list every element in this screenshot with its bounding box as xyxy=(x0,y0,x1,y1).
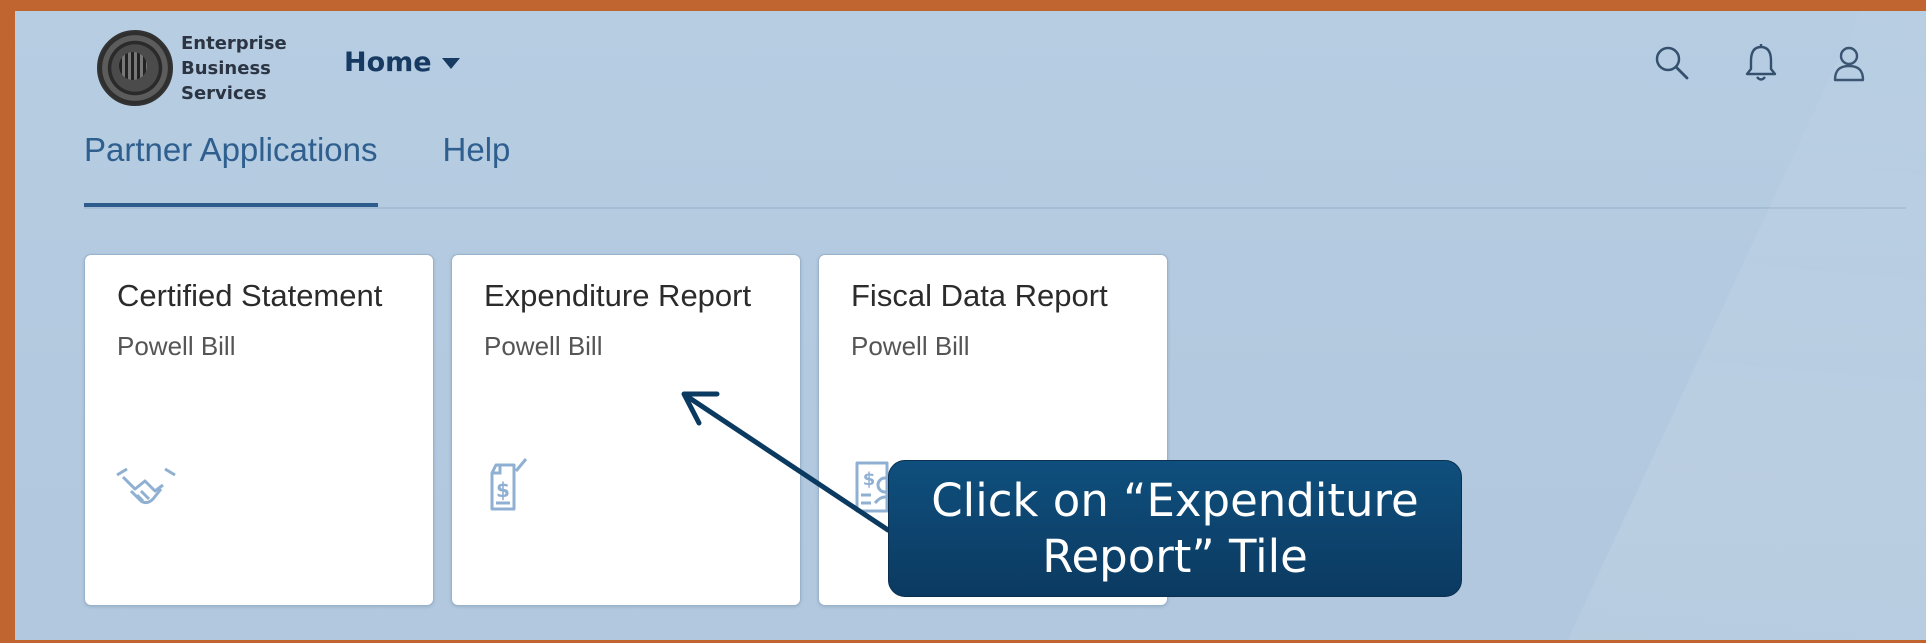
tab-partner-applications[interactable]: Partner Applications xyxy=(84,131,378,207)
tile-subtitle: Powell Bill xyxy=(117,331,236,361)
tab-help[interactable]: Help xyxy=(443,131,511,207)
state-seal-icon xyxy=(97,30,173,106)
handshake-icon xyxy=(116,467,176,505)
tile-subtitle: Powell Bill xyxy=(851,331,970,361)
svg-text:$: $ xyxy=(496,478,510,502)
tile-certified-statement[interactable]: Certified Statement Powell Bill xyxy=(84,254,434,606)
tile-title: Expenditure Report xyxy=(484,278,752,313)
chevron-down-icon xyxy=(441,58,460,69)
org-name-line: Enterprise xyxy=(181,33,287,54)
search-icon[interactable] xyxy=(1652,43,1692,83)
tab-bar: Partner Applications Help xyxy=(84,131,575,207)
tile-expenditure-report[interactable]: Expenditure Report Powell Bill $ xyxy=(451,254,801,606)
expense-report-icon: $ xyxy=(490,458,528,511)
instruction-callout: Click on “Expenditure Report” Tile xyxy=(888,460,1462,597)
tile-title: Fiscal Data Report xyxy=(851,278,1108,313)
tile-subtitle: Powell Bill xyxy=(484,331,603,361)
user-icon[interactable] xyxy=(1829,43,1869,83)
tab-divider xyxy=(84,207,1906,209)
callout-line: Click on “Expenditure xyxy=(931,474,1419,527)
home-label: Home xyxy=(344,47,432,78)
org-name-line: Business xyxy=(181,58,271,79)
bell-icon[interactable] xyxy=(1741,43,1781,83)
org-name: Enterprise Business Services xyxy=(181,31,287,106)
callout-line: Report” Tile xyxy=(1042,530,1308,583)
tile-title: Certified Statement xyxy=(117,278,383,313)
home-dropdown[interactable]: Home xyxy=(344,47,460,78)
enterprise-logo[interactable]: Enterprise Business Services xyxy=(97,20,297,106)
org-name-line: Services xyxy=(181,83,267,104)
svg-text:$: $ xyxy=(863,469,876,490)
